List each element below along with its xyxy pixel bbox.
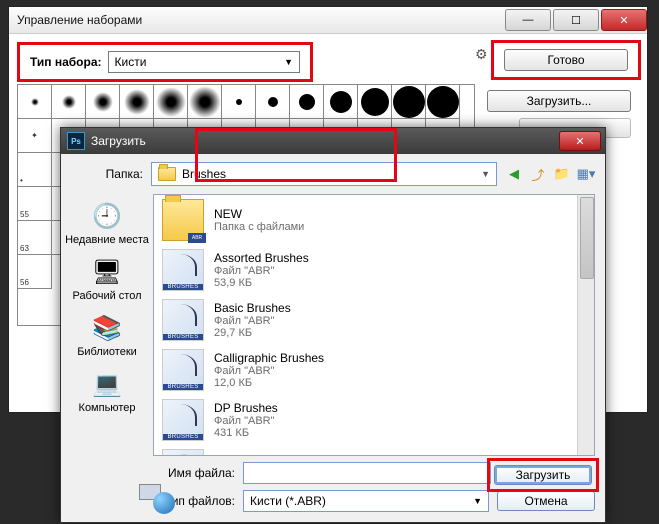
place-desktop[interactable]: 🖥 Рабочий стол — [65, 256, 149, 302]
file-sub: Файл "ABR" — [214, 365, 324, 377]
brush-cell[interactable] — [119, 84, 154, 119]
maximize-button[interactable]: ☐ — [553, 9, 599, 31]
file-name: Basic Brushes — [214, 301, 291, 315]
place-recent[interactable]: 🕘 Недавние места — [65, 200, 149, 246]
brush-cell[interactable]: • — [17, 152, 52, 187]
done-button[interactable]: Готово — [504, 49, 628, 71]
filetype-dropdown[interactable]: Кисти (*.ABR) ▼ — [243, 490, 489, 512]
brush-cell[interactable] — [187, 84, 222, 119]
file-row[interactable]: BRUSHES Assorted Brushes Файл "ABR" 53,9… — [154, 245, 594, 295]
open-button[interactable]: Загрузить — [494, 465, 592, 485]
folder-label: Папка: — [71, 167, 143, 181]
close-button[interactable]: ✕ — [601, 9, 647, 31]
file-row-folder[interactable]: ABR NEW Папка с файлами — [154, 195, 594, 245]
folder-icon — [158, 167, 176, 181]
libraries-icon: 📚 — [89, 312, 125, 344]
file-row[interactable]: BRUSHES Drop Shadow Brushes Файл "ABR" — [154, 445, 594, 455]
file-size: 53,9 КБ — [214, 277, 309, 289]
file-size: 12,0 КБ — [214, 377, 324, 389]
brush-cell[interactable] — [221, 84, 256, 119]
chevron-down-icon: ▼ — [481, 169, 490, 179]
new-folder-icon[interactable]: 📁 — [553, 165, 571, 183]
file-row[interactable]: BRUSHES Basic Brushes Файл "ABR" 29,7 КБ — [154, 295, 594, 345]
brush-cell[interactable] — [391, 84, 426, 119]
file-name: Assorted Brushes — [214, 251, 309, 265]
load-button[interactable]: Загрузить... — [487, 90, 631, 112]
abr-thumb-icon: BRUSHES — [162, 399, 204, 441]
file-row[interactable]: BRUSHES DP Brushes Файл "ABR" 431 КБ — [154, 395, 594, 445]
brush-cell[interactable] — [323, 84, 358, 119]
brush-cell[interactable]: 63 — [17, 220, 52, 255]
view-menu-icon[interactable]: ▦▾ — [577, 165, 595, 183]
gear-icon[interactable]: ⚙ — [475, 46, 488, 63]
place-libraries[interactable]: 📚 Библиотеки — [65, 312, 149, 358]
done-highlight: Готово — [491, 40, 641, 80]
abr-thumb-icon: BRUSHES — [162, 299, 204, 341]
file-sub: Файл "ABR" — [214, 265, 309, 277]
file-sub: Файл "ABR" — [214, 315, 291, 327]
file-size: 431 КБ — [214, 427, 278, 439]
computer-icon: 💻 — [89, 368, 125, 400]
file-sub: Файл "ABR" — [214, 415, 278, 427]
back-icon[interactable]: ◀ — [505, 165, 523, 183]
abr-thumb-icon: BRUSHES — [162, 349, 204, 391]
brush-cell[interactable] — [255, 84, 290, 119]
brush-cell[interactable] — [85, 84, 120, 119]
brush-cell[interactable]: 56 — [17, 254, 52, 289]
file-list-area: ABR NEW Папка с файлами BRUSHES Assorted… — [153, 194, 595, 456]
filename-input[interactable] — [243, 462, 491, 484]
pm-title: Управление наборами — [17, 13, 142, 27]
place-label: Библиотеки — [77, 346, 137, 358]
network-icon[interactable] — [139, 482, 175, 514]
file-size: 29,7 КБ — [214, 327, 291, 339]
scrollbar[interactable] — [577, 195, 594, 455]
brush-cell[interactable] — [51, 84, 86, 119]
places-bar: 🕘 Недавние места 🖥 Рабочий стол 📚 Библио… — [61, 194, 153, 456]
dlg-close-button[interactable]: ✕ — [559, 131, 601, 151]
folder-thumb-icon: ABR — [162, 199, 204, 241]
preset-type-dropdown[interactable]: Кисти ▼ — [108, 51, 301, 73]
file-name: NEW — [214, 207, 304, 221]
folder-value: Brushes — [182, 167, 226, 181]
recent-icon: 🕘 — [89, 200, 125, 232]
dlg-title: Загрузить — [91, 134, 146, 148]
place-computer[interactable]: 💻 Компьютер — [65, 368, 149, 414]
file-sub: Папка с файлами — [214, 221, 304, 233]
abr-thumb-icon: BRUSHES — [162, 249, 204, 291]
brush-cell[interactable] — [153, 84, 188, 119]
filename-label: Имя файла: — [163, 466, 235, 480]
pm-titlebar[interactable]: Управление наборами — ☐ ✕ — [9, 7, 647, 34]
minimize-button[interactable]: — — [505, 9, 551, 31]
brush-cell[interactable] — [17, 84, 52, 119]
abr-thumb-icon: BRUSHES — [162, 449, 204, 455]
preset-type-label: Тип набора: — [30, 55, 102, 69]
brush-cell[interactable] — [289, 84, 324, 119]
brush-cell[interactable]: 55 — [17, 186, 52, 221]
brush-cell[interactable] — [357, 84, 392, 119]
dlg-titlebar[interactable]: Ps Загрузить ✕ — [61, 128, 605, 154]
cancel-button[interactable]: Отмена — [497, 491, 595, 511]
chevron-down-icon: ▼ — [284, 57, 293, 67]
place-label: Рабочий стол — [72, 290, 141, 302]
preset-type-area: Тип набора: Кисти ▼ — [17, 42, 313, 82]
brush-cell[interactable] — [425, 84, 460, 119]
up-icon[interactable]: ⤴ — [529, 165, 547, 183]
brush-cell[interactable]: ✦ — [17, 118, 52, 153]
file-row[interactable]: BRUSHES Calligraphic Brushes Файл "ABR" … — [154, 345, 594, 395]
preset-type-value: Кисти — [115, 55, 147, 69]
ps-icon: Ps — [67, 132, 85, 150]
open-dialog: Ps Загрузить ✕ Папка: Brushes ▼ ◀ ⤴ 📁 ▦▾ — [60, 127, 606, 523]
file-name: DP Brushes — [214, 401, 278, 415]
folder-dropdown[interactable]: Brushes ▼ — [151, 162, 497, 186]
chevron-down-icon: ▼ — [473, 496, 482, 506]
place-label: Недавние места — [65, 234, 149, 246]
place-label: Компьютер — [79, 402, 136, 414]
filetype-value: Кисти (*.ABR) — [250, 494, 326, 508]
desktop-icon: 🖥 — [89, 256, 125, 288]
load-highlight: Загрузить — [487, 458, 599, 492]
file-name: Calligraphic Brushes — [214, 351, 324, 365]
